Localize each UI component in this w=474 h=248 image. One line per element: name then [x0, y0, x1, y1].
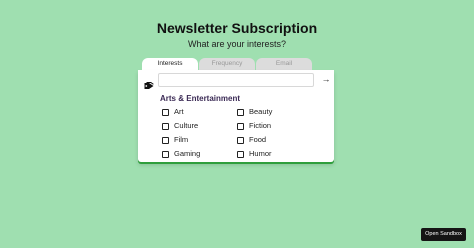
option-fiction[interactable]: Fiction [237, 121, 271, 131]
option-label: Gaming [174, 149, 201, 158]
tab-email[interactable]: Email [256, 58, 312, 70]
option-humor[interactable]: Humor [237, 149, 272, 159]
option-label: Food [249, 135, 267, 144]
interest-search-input[interactable] [158, 73, 314, 87]
option-label: Humor [249, 149, 272, 158]
checkbox[interactable] [162, 122, 169, 130]
checkbox[interactable] [237, 108, 244, 116]
option-label: Culture [174, 121, 199, 130]
option-label: Beauty [249, 107, 273, 116]
checkbox[interactable] [237, 150, 244, 158]
option-label: Film [174, 135, 189, 144]
option-label: Fiction [249, 121, 272, 130]
tab-frequency[interactable]: Frequency [199, 58, 255, 70]
tab-interests[interactable]: Interests [142, 58, 198, 70]
checkbox[interactable] [237, 122, 244, 130]
option-culture[interactable]: Culture [162, 121, 198, 131]
interests-panel: → Arts & Entertainment Art Beauty Cultur… [138, 70, 334, 162]
checkbox[interactable] [162, 150, 169, 158]
option-food[interactable]: Food [237, 135, 266, 145]
option-gaming[interactable]: Gaming [162, 149, 200, 159]
category-title: Arts & Entertainment [160, 94, 241, 103]
open-sandbox-button[interactable]: Open Sandbox [421, 228, 466, 241]
checkbox[interactable] [237, 136, 244, 144]
option-label: Art [174, 107, 184, 116]
option-film[interactable]: Film [162, 135, 188, 145]
tag-icon [144, 77, 154, 89]
option-art[interactable]: Art [162, 107, 184, 117]
arrow-right-icon[interactable]: → [321, 74, 331, 84]
option-beauty[interactable]: Beauty [237, 107, 272, 117]
page-title: Newsletter Subscription [156, 20, 318, 36]
page-subtitle: What are your interests? [187, 39, 287, 49]
checkbox[interactable] [162, 108, 169, 116]
checkbox[interactable] [162, 136, 169, 144]
